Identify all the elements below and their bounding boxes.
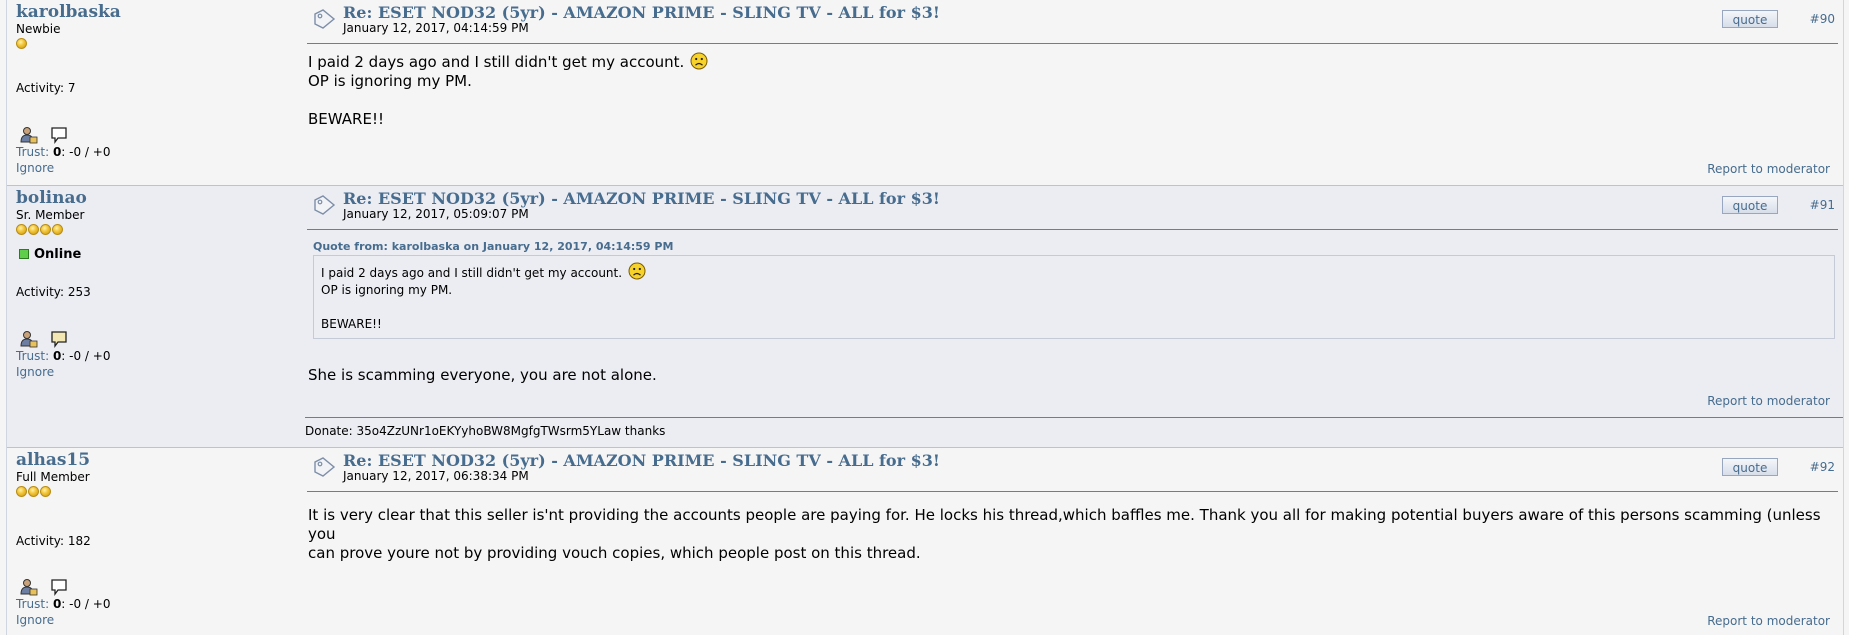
post-number-link[interactable]: #92 [1810, 460, 1835, 474]
post-body: It is very clear that this seller is'nt … [308, 506, 1837, 563]
poster-info: alhas15 Full Member Activity: 182 Trust:… [16, 448, 286, 635]
post-body: She is scamming everyone, you are not al… [308, 366, 657, 385]
report-to-moderator-link[interactable]: Report to moderator [1707, 394, 1830, 408]
profile-icon[interactable] [20, 126, 38, 144]
trust-label[interactable]: Trust: [16, 349, 49, 363]
rank-label: Sr. Member [16, 208, 85, 222]
rank-coins [16, 38, 28, 50]
activity-label: Activity: 7 [16, 81, 76, 95]
quote-button[interactable]: quote [1722, 196, 1778, 214]
trust-detail: : -0 / +0 [61, 597, 111, 611]
online-indicator-icon [19, 249, 29, 259]
report-to-moderator-link[interactable]: Report to moderator [1707, 614, 1830, 628]
quote-button[interactable]: quote [1722, 10, 1778, 28]
quote-line: OP is ignoring my PM. [321, 283, 453, 297]
post-subject-icon [314, 195, 336, 215]
message-icon[interactable] [50, 578, 68, 596]
activity-label: Activity: 182 [16, 534, 91, 548]
post-date: January 12, 2017, 06:38:34 PM [343, 469, 529, 483]
poster-info: karolbaska Newbie Activity: 7 Trust: 0: … [16, 0, 286, 185]
signature-divider [305, 417, 1843, 418]
body-line: She is scamming everyone, you are not al… [308, 366, 657, 384]
rank-coin-icon [40, 486, 51, 497]
report-to-moderator-link[interactable]: Report to moderator [1707, 162, 1830, 176]
poster-info: bolinao Sr. Member Online Activity: 253 [16, 186, 286, 447]
post-content: Re: ESET NOD32 (5yr) - AMAZON PRIME - SL… [305, 0, 1843, 185]
post-content: Re: ESET NOD32 (5yr) - AMAZON PRIME - SL… [305, 448, 1843, 635]
trust-label[interactable]: Trust: [16, 145, 49, 159]
trust-line: Trust: 0: -0 / +0 [16, 145, 110, 159]
trust-detail: : -0 / +0 [61, 145, 111, 159]
post-number-link[interactable]: #91 [1810, 198, 1835, 212]
rank-label: Full Member [16, 470, 90, 484]
quote-header-link[interactable]: Quote from: karolbaska on January 12, 20… [313, 240, 673, 253]
trust-line: Trust: 0: -0 / +0 [16, 349, 110, 363]
rank-coins [16, 486, 52, 498]
post-subject-icon [314, 9, 336, 29]
post-body: I paid 2 days ago and I still didn't get… [308, 52, 708, 129]
quote-line: BEWARE!! [321, 317, 382, 331]
post-date: January 12, 2017, 04:14:59 PM [343, 21, 529, 35]
rank-coin-icon [52, 224, 63, 235]
trust-line: Trust: 0: -0 / +0 [16, 597, 110, 611]
ignore-link[interactable]: Ignore [16, 365, 54, 379]
post-90: karolbaska Newbie Activity: 7 Trust: 0: … [7, 0, 1843, 185]
sad-smiley-icon [690, 52, 708, 70]
post-subject-icon [314, 457, 336, 477]
username-link[interactable]: karolbaska [16, 2, 121, 22]
profile-icon[interactable] [20, 330, 38, 348]
signature: Donate: 35o4ZzUNr1oEKYyhoBW8MgfgTWsrm5YL… [305, 424, 666, 438]
header-divider [307, 491, 1838, 492]
body-line: BEWARE!! [308, 110, 384, 128]
quote-line: I paid 2 days ago and I still didn't get… [321, 262, 1827, 282]
quote-box: I paid 2 days ago and I still didn't get… [313, 255, 1835, 339]
rank-coin-icon [28, 224, 39, 235]
post-date: January 12, 2017, 05:09:07 PM [343, 207, 529, 221]
online-status: Online [19, 247, 81, 262]
poster-tools [20, 578, 76, 598]
body-line: can prove youre not by providing vouch c… [308, 544, 921, 562]
post-91: bolinao Sr. Member Online Activity: 253 [7, 185, 1843, 448]
body-line: I paid 2 days ago and I still didn't get… [308, 52, 708, 72]
ignore-link[interactable]: Ignore [16, 613, 54, 627]
header-divider [307, 43, 1838, 44]
rank-label: Newbie [16, 22, 61, 36]
rank-coin-icon [28, 486, 39, 497]
post-content: Re: ESET NOD32 (5yr) - AMAZON PRIME - SL… [305, 186, 1843, 447]
trust-detail: : -0 / +0 [61, 349, 111, 363]
sad-smiley-icon [628, 262, 646, 280]
username-link[interactable]: alhas15 [16, 450, 90, 470]
username-link[interactable]: bolinao [16, 188, 87, 208]
ignore-link[interactable]: Ignore [16, 161, 54, 175]
message-icon[interactable] [50, 330, 68, 348]
post-number-link[interactable]: #90 [1810, 12, 1835, 26]
post-subject-link[interactable]: Re: ESET NOD32 (5yr) - AMAZON PRIME - SL… [343, 451, 940, 470]
rank-coin-icon [16, 38, 27, 49]
poster-tools [20, 126, 76, 146]
header-divider [307, 229, 1838, 230]
post-subject-link[interactable]: Re: ESET NOD32 (5yr) - AMAZON PRIME - SL… [343, 189, 940, 208]
profile-icon[interactable] [20, 578, 38, 596]
post-92: alhas15 Full Member Activity: 182 Trust:… [7, 448, 1843, 635]
message-icon[interactable] [50, 126, 68, 144]
quote-button[interactable]: quote [1722, 458, 1778, 476]
rank-coin-icon [40, 224, 51, 235]
rank-coin-icon [16, 486, 27, 497]
trust-label[interactable]: Trust: [16, 597, 49, 611]
activity-label: Activity: 253 [16, 285, 91, 299]
forum-thread: karolbaska Newbie Activity: 7 Trust: 0: … [6, 0, 1844, 635]
rank-coin-icon [16, 224, 27, 235]
post-subject-link[interactable]: Re: ESET NOD32 (5yr) - AMAZON PRIME - SL… [343, 3, 940, 22]
poster-tools [20, 330, 76, 350]
body-line: OP is ignoring my PM. [308, 72, 472, 90]
body-line: It is very clear that this seller is'nt … [308, 506, 1821, 543]
rank-coins [16, 224, 64, 236]
